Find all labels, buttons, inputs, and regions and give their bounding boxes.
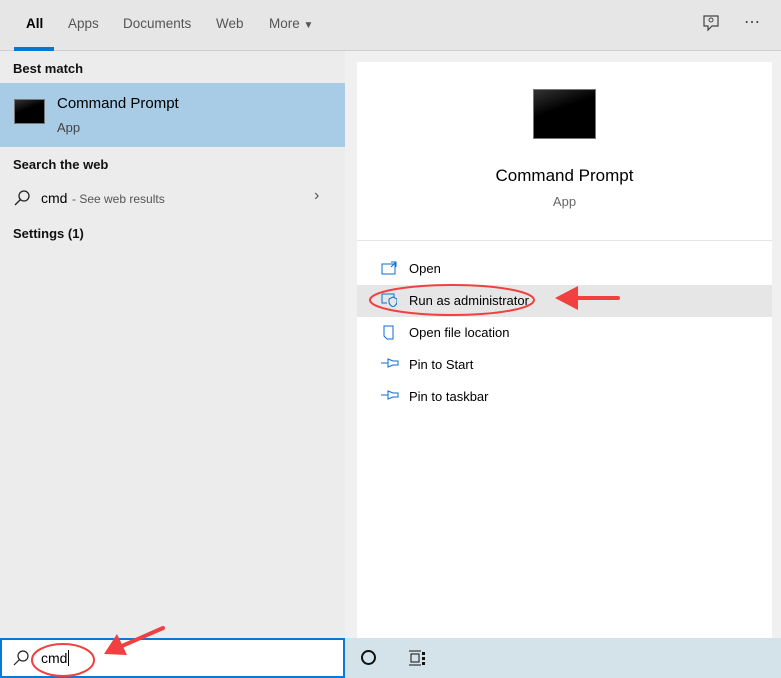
more-options-icon[interactable]: ⋯ bbox=[744, 12, 760, 32]
pin-icon bbox=[381, 389, 399, 403]
action-pin-to-start[interactable]: Pin to Start bbox=[357, 349, 772, 381]
taskbar: cmd bbox=[0, 638, 781, 678]
best-match-title: Command Prompt bbox=[57, 95, 179, 112]
web-suffix: - See web results bbox=[72, 192, 165, 206]
task-view-icon[interactable] bbox=[408, 649, 426, 672]
search-web-heading: Search the web bbox=[13, 157, 109, 172]
action-open-file-location[interactable]: Open file location bbox=[357, 317, 772, 349]
search-input[interactable]: cmd bbox=[41, 650, 70, 666]
command-prompt-large-icon bbox=[533, 89, 596, 139]
web-result-item[interactable]: cmd - See web results › bbox=[0, 183, 345, 213]
chevron-down-icon: ▼ bbox=[303, 20, 314, 31]
action-label: Run as administrator bbox=[409, 293, 529, 308]
web-query: cmd bbox=[41, 190, 68, 206]
action-label: Pin to Start bbox=[409, 357, 474, 372]
command-prompt-icon bbox=[14, 99, 45, 124]
action-label: Open file location bbox=[409, 325, 510, 340]
action-open[interactable]: Open bbox=[357, 253, 772, 285]
action-pin-to-taskbar[interactable]: Pin to taskbar bbox=[357, 381, 772, 413]
best-match-item[interactable]: Command Prompt App bbox=[0, 83, 345, 147]
tab-more[interactable]: More ▼ bbox=[269, 16, 313, 31]
search-icon bbox=[13, 189, 31, 212]
settings-heading[interactable]: Settings (1) bbox=[13, 226, 84, 241]
tab-all[interactable]: All bbox=[26, 16, 43, 31]
action-label: Open bbox=[409, 261, 441, 276]
feedback-icon[interactable] bbox=[702, 14, 720, 37]
top-bar: All Apps Documents Web More ▼ ⋯ bbox=[0, 0, 781, 51]
tab-more-label: More bbox=[269, 16, 300, 31]
action-run-as-administrator[interactable]: Run as administrator bbox=[357, 285, 772, 317]
best-match-heading: Best match bbox=[13, 61, 84, 76]
divider bbox=[357, 240, 772, 241]
open-icon bbox=[381, 261, 397, 275]
preview-subtitle: App bbox=[552, 194, 577, 209]
shield-icon bbox=[381, 293, 398, 308]
preview-title: Command Prompt bbox=[495, 166, 634, 185]
best-match-subtitle: App bbox=[57, 120, 81, 135]
search-box[interactable]: cmd bbox=[0, 638, 345, 678]
preview-panel: Command Prompt App Open Run as administr… bbox=[345, 51, 781, 638]
action-label: Pin to taskbar bbox=[409, 389, 489, 404]
results-panel: Best match Command Prompt App Search the… bbox=[0, 51, 345, 638]
pin-icon bbox=[381, 357, 399, 371]
chevron-right-icon: › bbox=[314, 187, 320, 204]
tab-web[interactable]: Web bbox=[216, 16, 244, 31]
file-location-icon bbox=[381, 325, 397, 340]
tab-documents[interactable]: Documents bbox=[123, 16, 191, 31]
cortana-icon[interactable] bbox=[361, 650, 376, 665]
preview-card: Command Prompt App Open Run as administr… bbox=[357, 62, 772, 638]
tab-apps[interactable]: Apps bbox=[68, 16, 99, 31]
search-icon bbox=[12, 649, 30, 672]
